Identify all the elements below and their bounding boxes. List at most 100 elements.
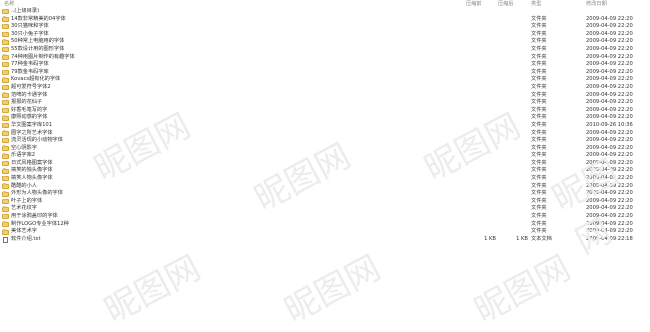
name-cell: 范啤的卡通字体 (2, 92, 462, 100)
modified-date-cell: 2009-04-09 22:20 (586, 23, 633, 30)
modified-date-cell: 2009-04-09 22:20 (586, 175, 633, 182)
type-cell: 文件夹 (531, 152, 547, 159)
modified-date-cell: 2009-04-09 22:20 (586, 53, 633, 60)
name-cell: 康熙动感的字体 (2, 114, 462, 122)
folder-icon (2, 107, 9, 114)
folder-row[interactable]: 55款设计用的图形字体 文件夹 2009-04-09 22:20 (0, 46, 650, 54)
modified-date-cell: 2009-04-09 22:20 (586, 190, 633, 197)
file-row[interactable]: 软件介绍.txt 1 KB 1 KB 文本文档 2009-04-09 22:18 (0, 236, 650, 244)
folder-row[interactable]: 50种常上电脑用的字体 文件夹 2009-04-09 22:20 (0, 38, 650, 46)
folder-row[interactable]: 79款金韦码字库 文件夹 2009-04-09 22:20 (0, 69, 650, 77)
type-cell: 文件夹 (531, 121, 547, 128)
name-cell: 用于涂鸦盖印的字体 (2, 213, 462, 221)
modified-date-cell: 2009-04-09 22:20 (586, 220, 633, 227)
folder-icon (2, 229, 9, 235)
folder-row[interactable]: 华文图案字库101 文件夹 2010-09-26 10:36 (0, 122, 650, 130)
modified-date-cell: 2009-04-09 22:20 (586, 45, 633, 52)
modified-date-cell: 2009-04-09 22:20 (586, 61, 633, 68)
folder-row[interactable]: 康熙动感的字体 文件夹 2009-04-09 22:20 (0, 114, 650, 122)
item-name: 50种常上电脑用的字体 (11, 38, 65, 45)
header-type[interactable]: 类型 (531, 1, 541, 7)
folder-row[interactable]: 好香毛笔写的字 文件夹 2009-04-09 22:20 (0, 107, 650, 115)
folder-icon (2, 153, 9, 159)
text-file-icon (3, 236, 8, 243)
modified-date-cell: 2009-04-09 22:20 (586, 129, 633, 136)
item-name: 77种金韦码字体 (11, 61, 49, 68)
name-cell: 叶子上的字体 (2, 198, 462, 206)
type-cell: 文件夹 (531, 167, 547, 174)
type-cell: 文件夹 (531, 205, 547, 212)
name-cell: 流灵活现的小动物字体 (2, 137, 462, 145)
type-cell: 文件夹 (531, 61, 547, 68)
item-name: 范啤的卡通字体 (11, 91, 48, 98)
type-cell: 文件夹 (531, 213, 547, 220)
item-name: 搞笑的独头像字体 (11, 167, 53, 174)
modified-date-cell: 2009-04-09 22:20 (586, 152, 633, 159)
type-cell: 文本文档 (531, 235, 552, 242)
folder-icon (2, 77, 9, 83)
folder-row[interactable]: 制作LOGO专业字体12种 文件夹 2009-04-09 22:20 (0, 221, 650, 229)
modified-date-cell: 2009-04-09 22:20 (586, 38, 633, 45)
folder-row[interactable]: 范啤的卡通字体 文件夹 2009-04-09 22:20 (0, 92, 650, 100)
type-cell: 文件夹 (531, 175, 547, 182)
name-cell: 30只猫咪和字体 (2, 23, 462, 31)
name-cell: 外形为人物头像的字体 (2, 190, 462, 198)
folder-icon (2, 23, 9, 30)
folder-row[interactable]: 超可爱符号字体2 文件夹 2009-04-09 22:20 (0, 84, 650, 92)
modified-date-cell: 2009-04-09 22:20 (586, 213, 633, 220)
folder-icon (2, 31, 9, 38)
folder-row[interactable]: 报报的花仙子 文件夹 2009-04-09 22:20 (0, 99, 650, 107)
folder-row[interactable]: 搞笑的独头像字体 文件夹 2009-04-09 22:20 (0, 167, 650, 175)
folder-icon (2, 16, 9, 22)
item-name: 软件介绍.txt (11, 235, 41, 242)
folder-row[interactable]: 14款非常精美的04字体 文件夹 2009-04-09 22:20 (0, 16, 650, 24)
folder-icon (2, 191, 9, 197)
modified-date-cell: 2009-04-09 22:20 (586, 182, 633, 189)
folder-row[interactable]: 搞笑人物头像字体 文件夹 2009-04-09 22:20 (0, 175, 650, 183)
modified-date-cell: 2009-04-09 22:20 (586, 106, 633, 113)
folder-row[interactable]: ..(上级目录) (0, 8, 650, 16)
modified-date-cell: 2009-04-09 22:20 (586, 76, 633, 83)
compressed-size-cell: 1 KB (516, 235, 528, 242)
modified-date-cell: 2009-04-09 22:20 (586, 137, 633, 144)
folder-row[interactable]: 美体艺术字 文件夹 2009-04-09 22:20 (0, 228, 650, 236)
modified-date-cell: 2009-04-09 22:20 (586, 30, 633, 37)
type-cell: 文件夹 (531, 190, 547, 197)
folder-row[interactable]: 叶子上的字体 文件夹 2009-04-09 22:20 (0, 198, 650, 206)
folder-icon (2, 175, 9, 182)
modified-date-cell: 2009-04-09 22:20 (586, 228, 633, 235)
folder-row[interactable]: 外形为人物头像的字体 文件夹 2009-04-09 22:20 (0, 190, 650, 198)
folder-icon (2, 8, 9, 15)
header-name[interactable]: 名称 (4, 1, 14, 7)
folder-row[interactable]: 74种用图片制作的有趣字体 文件夹 2009-04-09 22:20 (0, 54, 650, 62)
header-size[interactable]: 压缩前 (466, 1, 482, 7)
header-compressed-size[interactable]: 压缩后 (498, 1, 514, 7)
item-name: 艺术花纹字 (11, 205, 37, 212)
type-cell: 文件夹 (531, 137, 547, 144)
folder-row[interactable]: 30只小兔子字体 文件夹 2009-04-09 22:20 (0, 31, 650, 39)
folder-row[interactable]: 日式风格图案字体 文件夹 2009-04-09 22:20 (0, 160, 650, 168)
folder-row[interactable]: 圈字之所艺术字体 文件夹 2009-04-09 22:20 (0, 130, 650, 138)
name-cell: 软件介绍.txt (2, 236, 462, 244)
folder-row[interactable]: 77种金韦码字体 文件夹 2009-04-09 22:20 (0, 61, 650, 69)
type-cell: 文件夹 (531, 38, 547, 45)
size-cell: 1 KB (484, 235, 496, 242)
item-name: 用于涂鸦盖印的字体 (11, 213, 58, 220)
folder-icon (2, 92, 9, 98)
folder-row[interactable]: 用于涂鸦盖印的字体 文件夹 2009-04-09 22:20 (0, 213, 650, 221)
folder-icon (2, 122, 9, 129)
folder-row[interactable]: 艺术花纹字 文件夹 2009-04-09 22:20 (0, 205, 650, 213)
folder-row[interactable]: Kovacs超有化的字体 文件夹 2009-04-09 22:20 (0, 76, 650, 84)
watermark: 昵图网 (468, 247, 578, 332)
folder-icon (2, 221, 9, 227)
item-name: 流灵活现的小动物字体 (11, 137, 63, 144)
folder-row[interactable]: 流灵活现的小动物字体 文件夹 2009-04-09 22:20 (0, 137, 650, 145)
header-modified-date[interactable]: 修改日期 (586, 1, 607, 7)
folder-row[interactable]: 乐语字库2 文件夹 2009-04-09 22:20 (0, 152, 650, 160)
folder-row[interactable]: 30只猫咪和字体 文件夹 2009-04-09 22:20 (0, 23, 650, 31)
name-cell: 搞笑人物头像字体 (2, 175, 462, 183)
folder-row[interactable]: 酷酷的小人 文件夹 2009-04-09 22:20 (0, 183, 650, 191)
modified-date-cell: 2009-04-09 22:20 (586, 15, 633, 22)
folder-icon (2, 99, 9, 106)
folder-row[interactable]: 空心阴影字 文件夹 2009-04-09 22:20 (0, 145, 650, 153)
